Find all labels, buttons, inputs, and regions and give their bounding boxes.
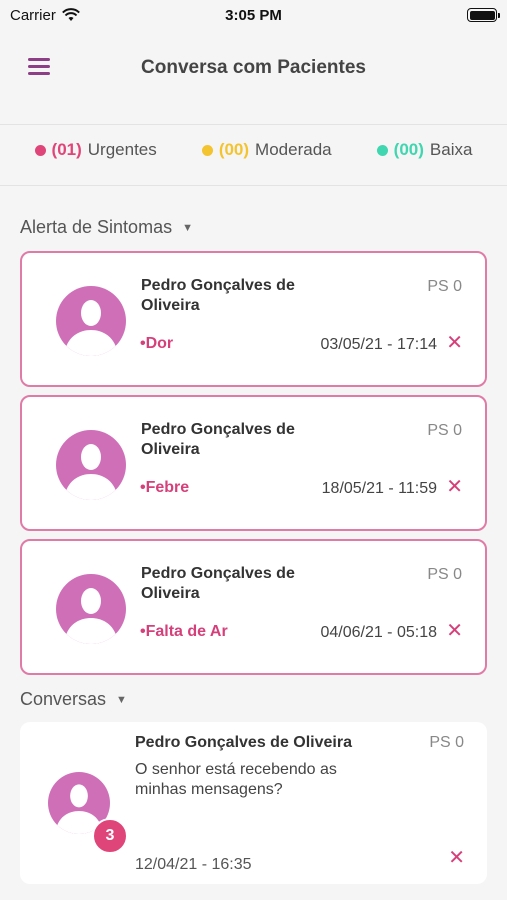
carrier-label: Carrier [10, 6, 56, 24]
divider [0, 124, 507, 125]
wifi-icon [61, 8, 80, 21]
status-left: Carrier [10, 7, 80, 24]
low-dot-icon [376, 144, 388, 156]
close-x-icon[interactable]: ✕ [446, 333, 463, 353]
person-silhouette-icon [64, 300, 118, 356]
legend-label: Baixa [429, 140, 473, 159]
avatar [56, 430, 126, 500]
alert-timestamp: 03/05/21 - 17:14 [320, 336, 437, 353]
symptom-label: •Dor [140, 335, 174, 352]
alert-timestamp: 04/06/21 - 05:18 [320, 624, 437, 641]
legend-count: (00) [218, 140, 250, 159]
status-time: 3:05 PM [225, 6, 282, 24]
avatar [56, 286, 126, 356]
legend-count: (00) [393, 140, 424, 159]
symptom-alert-card[interactable]: Pedro Gonçalves de Oliveira PS 0 •Falta … [20, 539, 487, 675]
patient-name: Pedro Gonçalves de Oliveira [141, 421, 295, 458]
patient-name: Pedro Gonçalves de Oliveira [141, 277, 295, 314]
ps-score: PS 0 [427, 422, 462, 439]
symptom-alert-card[interactable]: Pedro Gonçalves de Oliveira PS 0 •Dor 03… [20, 251, 487, 387]
patient-name: Pedro Gonçalves de Oliveira [141, 565, 295, 602]
conversation-card[interactable]: 3 Pedro Gonçalves de Oliveira PS 0 O sen… [20, 722, 487, 884]
legend-label: Moderada [255, 140, 332, 159]
legend-moderate[interactable]: (00) Moderada [201, 140, 332, 160]
divider [0, 185, 507, 186]
section-title: Alerta de Sintomas [20, 217, 173, 237]
nav-header: Conversa com Pacientes [0, 40, 507, 96]
close-x-icon[interactable]: ✕ [448, 848, 465, 868]
close-x-icon[interactable]: ✕ [446, 621, 463, 641]
priority-legend: (01) Urgentes (00) Moderada (00) Baixa [0, 140, 507, 160]
ps-score: PS 0 [427, 278, 462, 295]
legend-label: Urgentes [87, 140, 157, 159]
status-bar: Carrier 3:05 PM [0, 0, 507, 30]
ps-score: PS 0 [427, 566, 462, 583]
legend-count: (01) [51, 140, 82, 159]
message-timestamp: 12/04/21 - 16:35 [135, 856, 252, 873]
caret-down-icon: ▼ [116, 693, 127, 706]
unread-badge: 3 [92, 818, 128, 854]
battery-icon [467, 8, 500, 22]
chats-section-header[interactable]: Conversas ▼ [20, 689, 127, 710]
alerts-section-header[interactable]: Alerta de Sintomas ▼ [20, 217, 193, 238]
close-x-icon[interactable]: ✕ [446, 477, 463, 497]
legend-urgent[interactable]: (01) Urgentes [34, 140, 157, 160]
person-silhouette-icon [64, 588, 118, 644]
symptom-label: •Falta de Ar [140, 623, 228, 640]
patient-name: Pedro Gonçalves de Oliveira [135, 734, 352, 751]
symptom-alert-card[interactable]: Pedro Gonçalves de Oliveira PS 0 •Febre … [20, 395, 487, 531]
moderate-dot-icon [201, 144, 213, 156]
symptom-label: •Febre [140, 479, 190, 496]
page-title: Conversa com Pacientes [141, 57, 366, 78]
caret-down-icon: ▼ [182, 221, 193, 234]
person-silhouette-icon [64, 444, 118, 500]
last-message: O senhor está recebendo as minhas mensag… [135, 761, 337, 798]
urgent-dot-icon [34, 144, 46, 156]
avatar [56, 574, 126, 644]
alert-timestamp: 18/05/21 - 11:59 [321, 480, 437, 497]
section-title: Conversas [20, 689, 107, 709]
ps-score: PS 0 [429, 734, 464, 751]
legend-low[interactable]: (00) Baixa [376, 140, 473, 160]
